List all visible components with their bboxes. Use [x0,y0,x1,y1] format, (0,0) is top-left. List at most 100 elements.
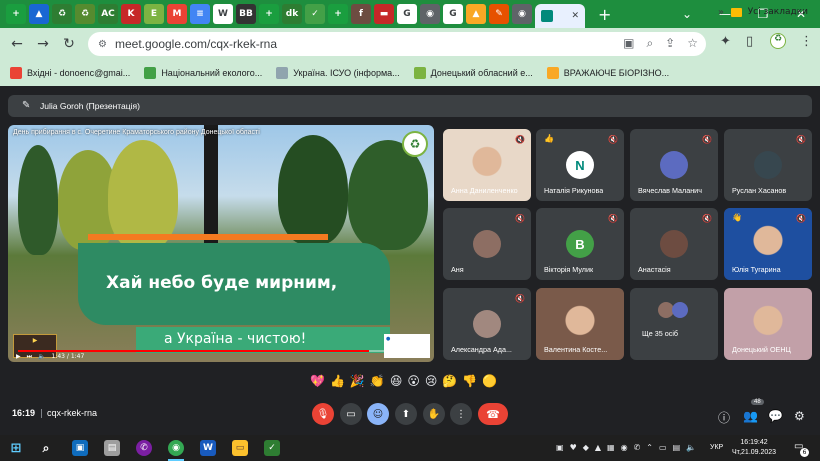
activities-icon[interactable]: ⚙ [794,409,805,423]
zoom-icon[interactable]: ⌕ [646,36,653,51]
browser-tab[interactable]: BB [236,4,256,24]
site-info-icon[interactable]: ⚙ [98,39,107,50]
reaction-option[interactable]: 🤔 [442,374,457,388]
menu-icon[interactable]: ⋮ [800,34,813,49]
share-icon[interactable]: ⇪ [665,36,675,51]
browser-tab[interactable]: ≡ [190,4,210,24]
sidebar-icon[interactable]: ▯ [746,34,753,49]
tray-app-icon[interactable]: ♥ [570,443,577,452]
reaction-option[interactable]: 😮 [407,374,420,388]
reaction-option[interactable]: 😆 [390,374,403,388]
language-indicator[interactable]: УКР [710,444,723,451]
participant-tile[interactable]: N 🔇 👍 Наталія Рикунова [536,129,624,201]
participant-tile[interactable]: Валентина Косте... [536,288,624,360]
browser-tab[interactable]: + [259,4,279,24]
active-browser-tab[interactable]: ✕ [535,4,585,28]
battery-icon[interactable]: ▭ [659,443,667,452]
bookmark-item[interactable]: Вхідні - donoenc@gmai... [10,67,130,79]
tray-app-icon[interactable]: ◉ [621,443,628,452]
extensions-icon[interactable]: ✦ [720,34,731,49]
back-button[interactable]: ← [4,36,30,52]
browser-tab[interactable]: G [443,4,463,24]
tray-app-icon[interactable]: ▦ [607,443,615,452]
microphone-off-button[interactable]: 🎙 [312,403,334,425]
app-icon[interactable]: ✓ [264,440,280,456]
browser-tab[interactable]: ✎ [489,4,509,24]
browser-tab[interactable]: ♻ [75,4,95,24]
participant-tile[interactable]: 🔇 Руслан Хасанов [724,129,812,201]
raise-hand-button[interactable]: ✋ [423,403,445,425]
explorer-icon[interactable]: ▭ [232,440,248,456]
participant-tile[interactable]: 🔇 Вячеслав Маланич [630,129,718,201]
bookmark-item[interactable]: Україна. ІСУО (інформа... [276,67,400,79]
reaction-option[interactable]: 😢 [425,374,438,388]
browser-tab[interactable]: E [144,4,164,24]
participant-tile[interactable]: 🔇 Александра Ада... [443,288,531,360]
bookmark-star-icon[interactable]: ☆ [687,36,698,51]
all-bookmarks-button[interactable]: Усі закладки [730,7,808,17]
reactions-button[interactable]: ☺ [367,403,389,425]
reaction-option[interactable]: 🎉 [350,374,365,388]
participant-tile[interactable]: Ще 35 осіб [630,288,718,360]
participant-tile[interactable]: B 🔇 Вікторія Мулик [536,208,624,280]
browser-tab[interactable]: G [397,4,417,24]
chrome-icon[interactable]: ◉ [168,440,184,456]
store-icon[interactable]: ▣ [72,440,88,456]
present-screen-button[interactable]: ⬆ [395,403,417,425]
browser-tab[interactable]: ✓ [305,4,325,24]
volume-icon[interactable]: 🔈 [686,443,696,452]
browser-tab[interactable]: ♻ [52,4,72,24]
profile-avatar[interactable]: ♻ [770,33,786,49]
meeting-info-icon[interactable]: ⓘ [718,409,730,426]
camera-icon[interactable]: ▣ [623,36,634,51]
browser-tab[interactable]: ◉ [420,4,440,24]
forward-button[interactable]: → [30,36,56,52]
bookmark-item[interactable]: Донецький обласний е... [413,67,533,79]
next-icon[interactable]: ⏭ [27,353,32,361]
close-tab-icon[interactable]: ✕ [571,11,579,21]
viber-icon[interactable]: ✆ [136,440,152,456]
browser-tab[interactable]: ▲ [29,4,49,24]
people-icon[interactable]: 👥 [743,409,758,423]
browser-tab[interactable]: ◉ [512,4,532,24]
network-icon[interactable]: ▤ [673,443,681,452]
participant-tile[interactable]: 🔇 👋 Юлія Тугарина [724,208,812,280]
presentation-view[interactable]: День прибирання в с. Очеретине Краматорс… [8,125,434,362]
participant-tile[interactable]: 🔇 Аня [443,208,531,280]
participant-tile[interactable]: Донецький ОЕНЦ [724,288,812,360]
new-tab-button[interactable]: + [598,5,611,24]
bookmark-item[interactable]: ВРАЖАЮЧЕ БІОРІЗНО... [546,67,669,79]
participant-tile[interactable]: 🔇 Анна Даниленченко [443,129,531,201]
search-icon[interactable]: ⌕ [38,440,54,456]
bookmarks-overflow-button[interactable]: » [718,7,724,18]
reaction-option[interactable]: 👎 [462,374,477,388]
browser-tab[interactable]: + [6,4,26,24]
volume-icon[interactable]: 🔈 [38,353,45,361]
tray-app-icon[interactable]: ◆ [583,443,589,452]
browser-tab[interactable]: ▲ [466,4,486,24]
video-progress-bar[interactable] [18,350,384,352]
tab-search-icon[interactable]: ⌄ [668,7,706,21]
camera-button[interactable]: ▭ [340,403,362,425]
bookmark-item[interactable]: Національний еколого... [144,67,262,79]
tray-app-icon[interactable]: ▣ [556,443,564,452]
browser-tab[interactable]: M [167,4,187,24]
hang-up-button[interactable]: ☎ [478,403,508,425]
system-clock[interactable]: 16:19:42 Чт,21.09.2023 [732,438,776,458]
participant-tile[interactable]: 🔇 Анастасія [630,208,718,280]
tray-app-icon[interactable]: ✆ [634,443,641,452]
reaction-option[interactable]: 🟡 [482,374,497,388]
reaction-option[interactable]: 👏 [370,374,385,388]
reload-button[interactable]: ↻ [56,36,82,52]
file-icon[interactable]: ▤ [104,440,120,456]
browser-tab[interactable]: f [351,4,371,24]
browser-tab[interactable]: K [121,4,141,24]
browser-tab[interactable]: + [328,4,348,24]
word-icon[interactable]: W [200,440,216,456]
address-bar[interactable]: ⚙ meet.google.com/cqx-rkek-rna ▣ ⌕ ⇪ ☆ [88,32,706,56]
browser-tab[interactable]: dk [282,4,302,24]
browser-tab[interactable]: W [213,4,233,24]
reaction-option[interactable]: 👍 [330,374,345,388]
browser-tab[interactable]: ▬ [374,4,394,24]
play-icon[interactable]: ▶ [16,353,21,361]
